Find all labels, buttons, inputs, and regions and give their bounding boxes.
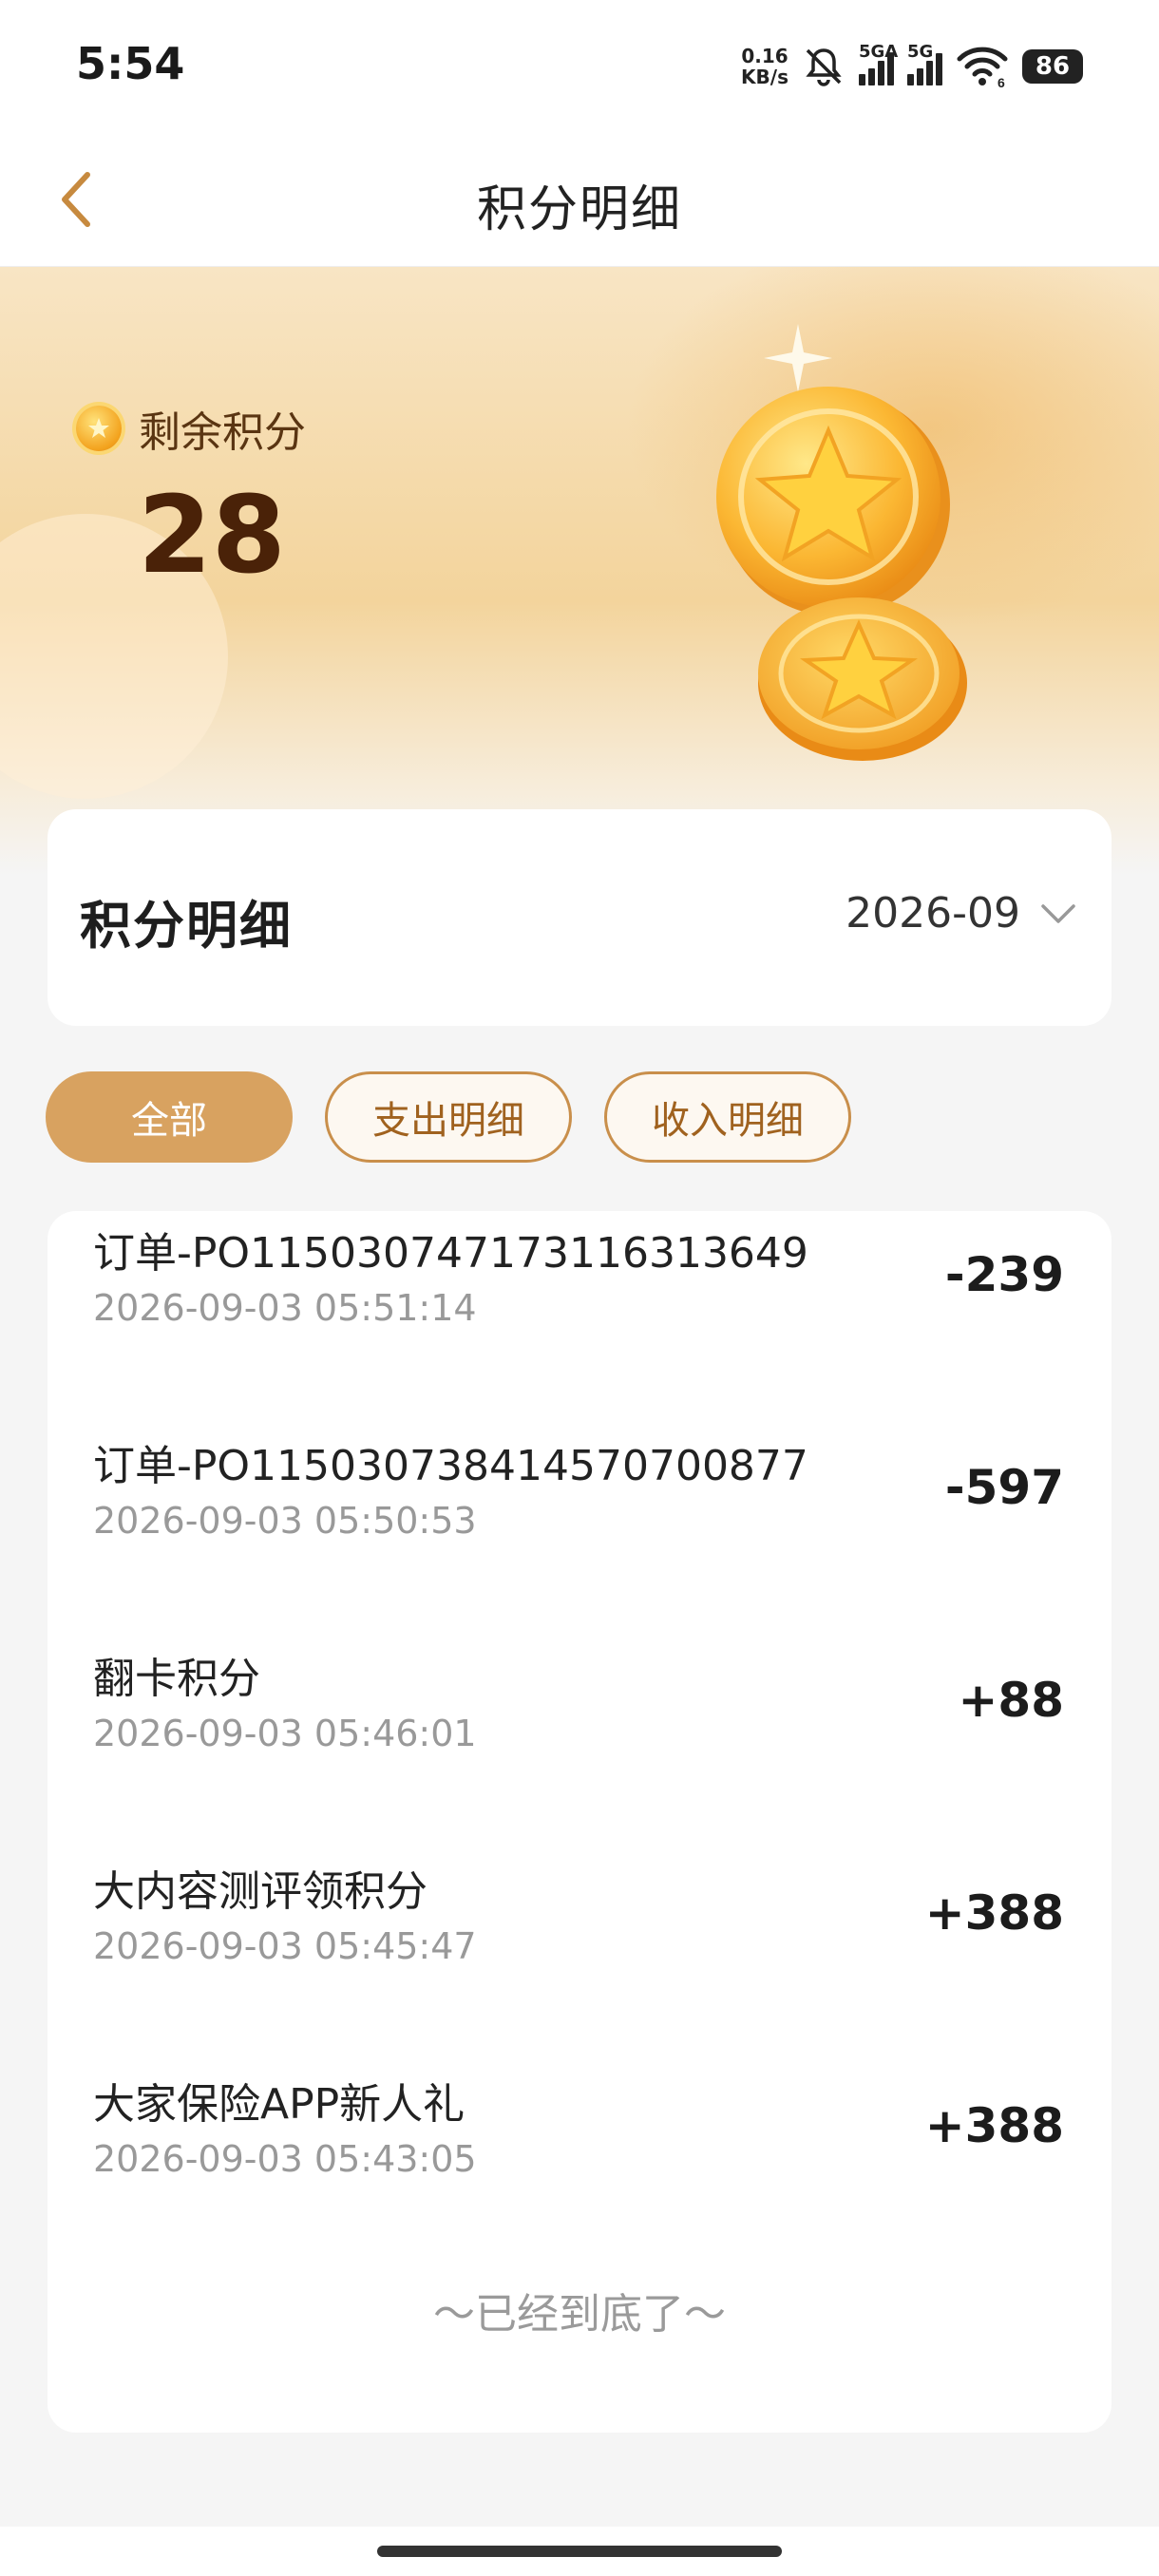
nav-bar: 积分明细 (0, 133, 1159, 267)
record-time: 2026-09-03 05:50:53 (93, 1500, 477, 1542)
network-speed: 0.16 KB/s (741, 46, 788, 87)
record-title: 大家保险APP新人礼 (93, 2080, 466, 2129)
network-speed-unit: KB/s (741, 66, 788, 88)
page-title: 积分明细 (476, 181, 682, 238)
list-item[interactable]: 大家保险APP新人礼 2026-09-03 05:43:05 +388 (48, 2070, 1112, 2260)
record-time: 2026-09-03 05:51:14 (93, 1287, 477, 1329)
detail-title: 积分明细 (80, 896, 293, 956)
month-selector[interactable]: 2026-09 (846, 889, 1077, 938)
sim2-label: 5G (907, 42, 934, 62)
signal-icon: 5G (907, 42, 942, 85)
record-amount: -597 (944, 1460, 1064, 1515)
gold-coins-illustration (716, 324, 967, 761)
wifi-icon: 6 (957, 47, 1008, 87)
status-bar: 5:54 0.16 KB/s 5GA 5G 6 86 (0, 0, 1159, 133)
points-label-row: 剩余积分 (76, 398, 306, 459)
status-icons: 0.16 KB/s 5GA 5G 6 86 (741, 38, 1083, 95)
home-indicator[interactable] (377, 2546, 782, 2557)
filter-expense-button[interactable]: 支出明细 (325, 1071, 572, 1163)
mute-bell-icon (806, 48, 842, 86)
record-time: 2026-09-03 05:46:01 (93, 1713, 477, 1754)
chevron-down-icon (1041, 903, 1075, 923)
filter-income-button[interactable]: 收入明细 (604, 1071, 851, 1163)
points-banner: 剩余积分 28 (0, 267, 1159, 875)
battery-icon: 86 (1022, 49, 1083, 84)
points-label: 剩余积分 (139, 408, 306, 457)
record-title: 大内容测评领积分 (93, 1867, 428, 1916)
network-speed-value: 0.16 (741, 45, 788, 67)
record-title: 翻卡积分 (93, 1655, 260, 1703)
detail-header-card: 积分明细 2026-09 (48, 809, 1112, 1026)
list-item[interactable]: 订单-PO115030747173116313649 2026-09-03 05… (48, 1219, 1112, 1409)
battery-level: 86 (1035, 52, 1071, 81)
record-time: 2026-09-03 05:43:05 (93, 2138, 477, 2180)
signal-icon: 5GA (859, 42, 898, 85)
list-item[interactable]: 翻卡积分 2026-09-03 05:46:01 +88 (48, 1644, 1112, 1834)
sim1-label: 5GA (859, 42, 899, 62)
points-value: 28 (138, 474, 286, 597)
end-of-list-text: ～已经到底了～ (433, 2290, 726, 2339)
list-item[interactable]: 大内容测评领积分 2026-09-03 05:45:47 +388 (48, 1857, 1112, 2047)
status-time: 5:54 (76, 38, 185, 89)
filter-all-button[interactable]: 全部 (46, 1071, 293, 1163)
coin-icon (76, 406, 122, 451)
wifi-tag: 6 (998, 75, 1005, 87)
record-time: 2026-09-03 05:45:47 (93, 1925, 477, 1967)
list-item[interactable]: 订单-PO115030738414570700877 2026-09-03 05… (48, 1431, 1112, 1621)
record-title: 订单-PO115030738414570700877 (93, 1442, 808, 1490)
record-amount: +88 (958, 1673, 1064, 1728)
month-value: 2026-09 (846, 889, 1020, 938)
points-record-list: 订单-PO115030747173116313649 2026-09-03 05… (48, 1211, 1112, 2433)
filter-tabs: 全部 支出明细 收入明细 (46, 1071, 851, 1163)
record-title: 订单-PO115030747173116313649 (93, 1229, 808, 1278)
record-amount: +388 (924, 2098, 1064, 2153)
record-amount: +388 (924, 1885, 1064, 1941)
record-amount: -239 (944, 1247, 1064, 1302)
